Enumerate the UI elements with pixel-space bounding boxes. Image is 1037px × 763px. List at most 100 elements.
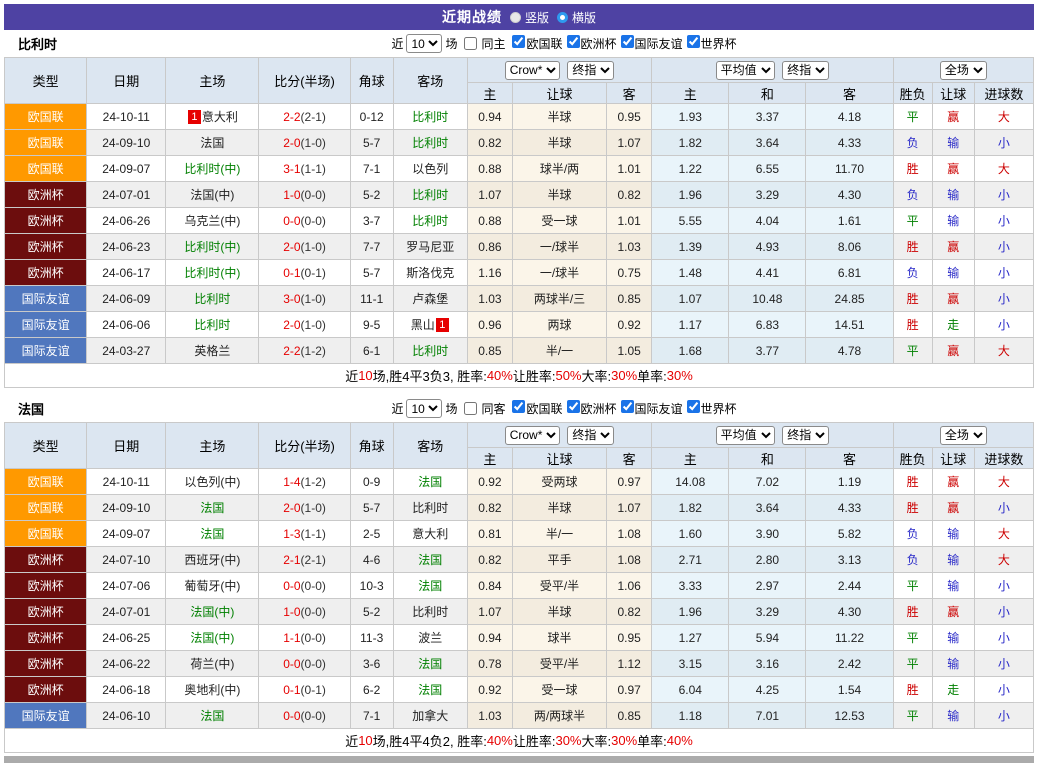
- result-handicap: 走: [932, 677, 974, 703]
- avg-select[interactable]: 平均值: [716, 61, 775, 80]
- away-team-name: 比利时: [412, 188, 448, 202]
- odds-home: 0.92: [467, 677, 512, 703]
- score: 3-1(1-1): [259, 156, 350, 182]
- avg-stage-select[interactable]: 终指: [782, 61, 829, 80]
- col-avg-draw: 和: [729, 83, 806, 104]
- same-venue-checkbox[interactable]: [464, 37, 477, 50]
- handicap-line: 一/球半: [512, 260, 606, 286]
- avg-home: 1.07: [652, 286, 729, 312]
- away-team: 加拿大: [393, 703, 467, 729]
- match-row: 欧洲杯24-07-01法国(中)1-0(0-0)5-2比利时1.07半球0.82…: [5, 182, 1034, 208]
- avg-away: 14.51: [806, 312, 893, 338]
- away-team-name: 比利时: [412, 214, 448, 228]
- avg-away: 8.06: [806, 234, 893, 260]
- odds-away: 1.05: [607, 338, 652, 364]
- handicap-line: 受一球: [512, 208, 606, 234]
- match-count-select[interactable]: 10: [406, 34, 442, 53]
- fulltime-score: 1-4: [283, 475, 300, 489]
- handicap-line: 半/一: [512, 338, 606, 364]
- bottom-edge: [4, 756, 1034, 763]
- avg-away: 24.85: [806, 286, 893, 312]
- summary-stat-value: 40%: [487, 368, 513, 383]
- odds-stage-select[interactable]: 终指: [567, 426, 614, 445]
- odds-away: 0.85: [607, 703, 652, 729]
- scope-group: 全场: [893, 58, 1033, 83]
- col-type: 类型: [5, 58, 87, 104]
- home-team-name: 意大利: [202, 110, 238, 124]
- result-goals: 小: [974, 573, 1033, 599]
- radio-horizontal-icon[interactable]: [557, 12, 568, 23]
- handicap-line: 两球: [512, 312, 606, 338]
- result-goals: 小: [974, 130, 1033, 156]
- corner-count: 7-1: [350, 703, 393, 729]
- summary-stat-value: 50%: [555, 368, 581, 383]
- odds-source-select[interactable]: Crow*: [505, 61, 560, 80]
- home-team: 比利时: [166, 312, 259, 338]
- summary-stat-value: 40%: [487, 733, 513, 748]
- layout-radio-vertical[interactable]: 竖版: [510, 9, 549, 26]
- league-checkbox[interactable]: [687, 400, 700, 413]
- avg-select[interactable]: 平均值: [716, 426, 775, 445]
- radio-horizontal-label[interactable]: 横版: [572, 9, 596, 26]
- corner-count: 5-2: [350, 182, 393, 208]
- league-checkbox[interactable]: [512, 400, 525, 413]
- scope-select[interactable]: 全场: [940, 61, 987, 80]
- home-team-name: 比利时: [194, 318, 230, 332]
- summary-stat-value: 30%: [611, 368, 637, 383]
- league-badge: 欧国联: [5, 104, 87, 130]
- score: 2-0(1-0): [259, 234, 350, 260]
- league-checkbox[interactable]: [567, 35, 580, 48]
- handicap-line: 一/球半: [512, 234, 606, 260]
- score: 0-1(0-1): [259, 260, 350, 286]
- red-card-badge: 1: [188, 110, 201, 124]
- score: 2-0(1-0): [259, 312, 350, 338]
- result-outcome: 平: [893, 651, 932, 677]
- odds-source-select[interactable]: Crow*: [505, 426, 560, 445]
- radio-vertical-label[interactable]: 竖版: [525, 9, 549, 26]
- result-outcome: 平: [893, 104, 932, 130]
- league-checkbox[interactable]: [567, 400, 580, 413]
- league-checkbox[interactable]: [621, 400, 634, 413]
- col-date: 日期: [87, 423, 166, 469]
- score: 0-0(0-0): [259, 208, 350, 234]
- away-team: 比利时: [393, 495, 467, 521]
- match-count-select[interactable]: 10: [406, 399, 442, 418]
- avg-stage-select[interactable]: 终指: [782, 426, 829, 445]
- same-venue-checkbox[interactable]: [464, 402, 477, 415]
- home-team-name: 西班牙(中): [184, 553, 240, 567]
- col-odds-away: 客: [607, 83, 652, 104]
- odds-home: 0.88: [467, 208, 512, 234]
- league-checkbox[interactable]: [621, 35, 634, 48]
- league-checkbox[interactable]: [687, 35, 700, 48]
- match-row: 欧国联24-09-07法国1-3(1-1)2-5意大利0.81半/一1.081.…: [5, 521, 1034, 547]
- league-label: 世界杯: [701, 37, 737, 51]
- scope-select[interactable]: 全场: [940, 426, 987, 445]
- result-outcome: 负: [893, 547, 932, 573]
- away-team: 比利时: [393, 338, 467, 364]
- games-label: 场: [445, 400, 457, 417]
- corner-count: 5-7: [350, 495, 393, 521]
- home-team-name: 葡萄牙(中): [184, 579, 240, 593]
- odds-home: 0.88: [467, 156, 512, 182]
- summary-line: 近10场,胜4平3负3, 胜率:40% 让胜率:50% 大率:30% 单率:30…: [4, 364, 1034, 388]
- same-venue-label: 同主: [481, 35, 505, 52]
- avg-home: 1.82: [652, 495, 729, 521]
- home-team: 比利时(中): [166, 260, 259, 286]
- fulltime-score: 1-3: [283, 527, 300, 541]
- home-team: 法国(中): [166, 625, 259, 651]
- match-date: 24-10-11: [87, 104, 166, 130]
- col-away: 客场: [393, 423, 467, 469]
- away-team-name: 加拿大: [412, 709, 448, 723]
- odds-away: 1.07: [607, 130, 652, 156]
- layout-radio-horizontal[interactable]: 横版: [557, 9, 596, 26]
- home-team: 乌克兰(中): [166, 208, 259, 234]
- league-checkbox[interactable]: [512, 35, 525, 48]
- col-avg-home: 主: [652, 83, 729, 104]
- away-team-name: 以色列: [412, 162, 448, 176]
- handicap-line: 球半: [512, 625, 606, 651]
- fulltime-score: 0-0: [283, 657, 300, 671]
- home-team-name: 法国: [200, 136, 224, 150]
- league-badge: 欧洲杯: [5, 625, 87, 651]
- radio-vertical-icon[interactable]: [510, 12, 521, 23]
- odds-stage-select[interactable]: 终指: [567, 61, 614, 80]
